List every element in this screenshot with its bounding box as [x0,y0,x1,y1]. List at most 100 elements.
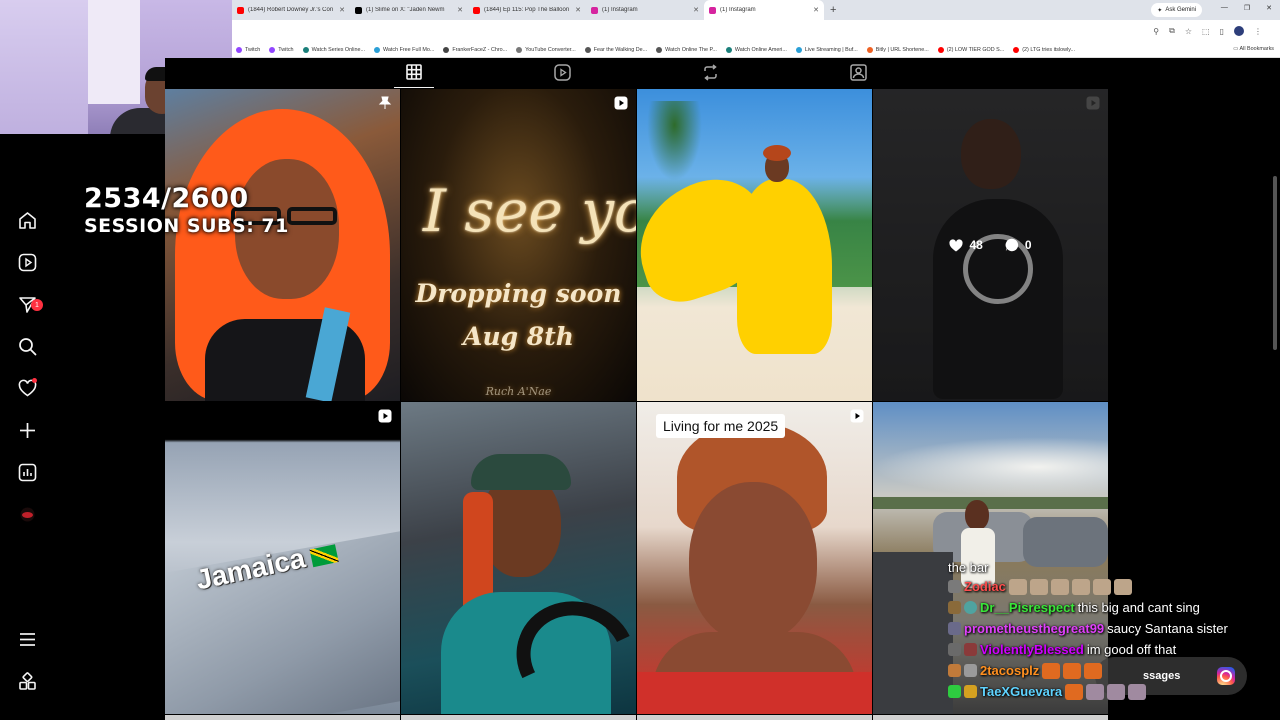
post-thumbnail[interactable]: Jamaica [165,402,400,714]
post-thumbnail[interactable]: 48 0 [873,89,1108,401]
chat-username: 2tacosplz [980,663,1040,678]
site-icon [516,46,523,53]
bookmark[interactable]: Fear the Walking De... [584,46,648,53]
bookmark-label: Watch Online The P... [665,46,717,53]
sidebar-item-create[interactable] [17,420,37,440]
sidebar-item-home[interactable] [17,210,37,230]
chat-username: prometheusthegreat99 [964,621,1105,636]
sidebar-item-messages[interactable]: 1 [17,294,43,314]
bookmark[interactable]: (2) LTG tries itslowly... [1013,46,1075,53]
chat-badge-icon [948,643,961,656]
close-tab-icon[interactable]: ✕ [813,6,819,14]
bookmark[interactable]: (2) LOW TIER GOD S... [937,46,1004,53]
profile-avatar[interactable] [1234,26,1244,36]
all-bookmarks-label: All Bookmarks [1239,46,1274,52]
new-tab-button[interactable]: + [824,4,842,16]
install-app-icon[interactable]: ⧉ [1169,26,1175,36]
browser-toolbar: ⚲ ⧉ ☆ ⬚ ▯ ⋮ [232,20,1280,42]
restore-icon[interactable]: ❐ [1244,4,1250,12]
browser-tab[interactable]: (1) Slime on X: "Jaden Newm ✕ [350,0,468,20]
bookmark-label: Live Streaming | Buf... [804,46,858,53]
bookmark[interactable]: Watch Series Online... [302,46,365,53]
bookmark[interactable]: Twitch [236,46,260,53]
browser-tab[interactable]: (1) Instagram ✕ [586,0,704,20]
sidebar-item-notifications[interactable] [17,378,37,398]
bookmark[interactable]: Bitly | URL Shortene... [866,46,929,53]
gemini-label: Ask Gemini [1165,7,1196,13]
chat-line: the bar [948,558,1280,576]
tab-title: (1) Instagram [602,7,638,13]
tab-reposts[interactable] [700,62,720,82]
tab-title: (1) Slime on X: "Jaden Newm [366,7,445,13]
emote-icon [1029,578,1048,595]
minimize-icon[interactable]: — [1221,4,1228,12]
side-panel-icon[interactable]: ▯ [1220,27,1224,36]
chat-line: Dr__Pisrespect this big and cant sing [948,597,1280,618]
browser-tab-active[interactable]: (1) Instagram ✕ [704,0,824,20]
chat-badge-icon [948,664,961,677]
post-thumbnail[interactable] [401,402,636,714]
zoom-icon[interactable]: ⚲ [1153,27,1159,36]
tab-posts[interactable] [394,62,434,88]
emote-icon [1042,662,1061,679]
profile-avatar-icon [20,507,34,521]
comment-filled-icon [1005,238,1018,252]
sidebar-item-more[interactable] [17,629,37,649]
close-tab-icon[interactable]: ✕ [457,6,463,14]
ask-gemini-button[interactable]: ✦ Ask Gemini [1151,3,1202,17]
sidebar-item-dashboard[interactable] [17,462,37,482]
post-thumbnail[interactable] [401,715,636,720]
chat-username: Zodiac [964,579,1006,594]
sidebar-item-profile[interactable] [17,504,37,524]
close-window-icon[interactable]: ✕ [1266,4,1272,12]
close-tab-icon[interactable]: ✕ [575,6,581,14]
reels-icon [553,63,571,81]
close-tab-icon[interactable]: ✕ [339,6,345,14]
youtube-icon [237,6,244,14]
bookmark[interactable]: YouTube Converter... [516,46,576,53]
search-icon [18,337,36,355]
bookmark[interactable]: Live Streaming | Buf... [795,46,858,53]
post-thumbnail[interactable] [165,715,400,720]
close-tab-icon[interactable]: ✕ [693,6,699,14]
sidebar-item-also-from-meta[interactable] [17,671,37,691]
apps-icon [18,671,36,690]
chat-username: ViolentlyBlessed [980,642,1084,657]
post-thumbnail[interactable] [165,89,400,401]
comments-count: 0 [1024,238,1032,252]
post-thumbnail[interactable] [637,715,872,720]
bookmark[interactable]: Watch Online Ameri... [725,46,787,53]
bookmark-label: Fear the Walking De... [593,46,648,53]
post-thumbnail[interactable] [637,89,872,401]
extensions-icon[interactable]: ⬚ [1202,27,1210,36]
chrome-menu-icon[interactable]: ⋮ [1254,27,1262,36]
tab-tagged[interactable] [848,62,868,82]
bookmark[interactable]: Twitch [269,46,294,53]
pin-icon [378,96,392,109]
page-scrollbar[interactable] [1273,176,1277,350]
chat-username: Dr__Pisrespect [980,600,1075,615]
post-thumbnail[interactable]: Living for me 2025 [637,402,872,714]
bookmark[interactable]: FrankerFaceZ - Chro... [443,46,507,53]
emote-icon [1107,683,1126,700]
likes-count: 48 [969,238,983,252]
sidebar-item-search[interactable] [17,336,37,356]
post-thumbnail[interactable]: I see you Dropping soon Aug 8th Ruch A'N… [401,89,636,401]
sidebar-item-reels[interactable] [17,252,37,272]
bookmark-star-icon[interactable]: ☆ [1185,27,1192,36]
repost-icon [703,63,717,81]
heart-filled-icon [949,238,964,251]
notification-dot [32,378,37,383]
browser-tab[interactable]: (1844) Ep 115: Pop The Balloon ✕ [468,0,586,20]
chat-badge-icon [948,580,961,593]
emote-icon [1050,578,1069,595]
bookmark-label: Twitch [278,46,294,53]
bookmark[interactable]: Watch Free Full Mo... [374,46,434,53]
stream-chat-overlay: the bar Zodiac Dr__Pisrespect this big a… [948,558,1280,720]
bookmark[interactable]: Watch Online The P... [656,46,717,53]
tab-reels[interactable] [552,62,572,82]
emote-icon [1092,578,1111,595]
all-bookmarks[interactable]: ▭ All Bookmarks [1233,46,1274,52]
browser-tab[interactable]: (1844) Robert Downey Jr.'s Con ✕ [232,0,350,20]
profile-content-tabs [165,58,1107,89]
